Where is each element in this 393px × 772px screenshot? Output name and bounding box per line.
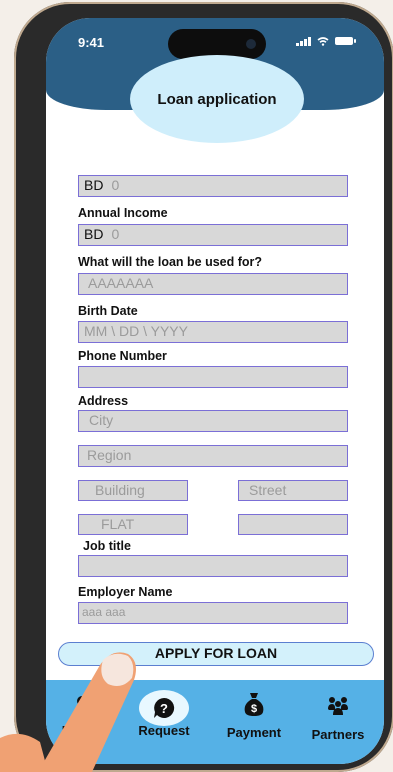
- phone-frame: 9:41 Loan application BD 0 Annual Income …: [14, 2, 393, 772]
- building-field[interactable]: Building: [78, 480, 188, 501]
- tab-label: Profile: [61, 723, 103, 738]
- phone-number-label: Phone Number: [78, 349, 167, 363]
- title-bubble: Loan application: [130, 55, 304, 143]
- birth-date-label: Birth Date: [78, 304, 138, 318]
- person-icon: [73, 696, 91, 715]
- status-icons: [296, 36, 356, 46]
- money-bag-icon: $: [244, 693, 264, 716]
- city-field[interactable]: City: [78, 410, 348, 432]
- wifi-icon: [317, 36, 329, 46]
- employer-name-field[interactable]: aaa aaa: [78, 602, 348, 624]
- svg-text:$: $: [251, 703, 257, 715]
- currency-label: BD: [84, 177, 104, 193]
- employer-name-label: Employer Name: [78, 585, 173, 599]
- tab-label: Request: [138, 723, 190, 738]
- phone-number-field[interactable]: [78, 366, 348, 388]
- birth-date-field[interactable]: MM \ DD \ YYYY: [78, 321, 348, 343]
- page-title: Loan application: [157, 90, 277, 108]
- app-screen: 9:41 Loan application BD 0 Annual Income …: [46, 18, 384, 764]
- annual-income-field[interactable]: BD 0: [78, 224, 348, 246]
- tab-request[interactable]: ? Request: [122, 680, 206, 750]
- people-icon: [328, 697, 348, 715]
- signal-icon: [296, 36, 311, 46]
- bottom-tab-bar: Profile ? Request $ Payment Partners: [46, 680, 384, 764]
- job-title-label: Job title: [83, 539, 131, 553]
- apply-for-loan-button[interactable]: APPLY FOR LOAN: [58, 642, 374, 666]
- region-field[interactable]: Region: [78, 445, 348, 467]
- address-extra-field[interactable]: [238, 514, 348, 535]
- purpose-field[interactable]: AAAAAAA: [78, 273, 348, 295]
- loan-amount-value: 0: [111, 177, 120, 193]
- tab-label: Payment: [226, 725, 282, 740]
- tab-partners[interactable]: Partners: [296, 680, 380, 750]
- svg-text:?: ?: [160, 701, 168, 716]
- status-time: 9:41: [78, 35, 105, 50]
- purpose-label: What will the loan be used for?: [78, 255, 263, 269]
- street-field[interactable]: Street: [238, 480, 348, 501]
- battery-icon: [335, 37, 356, 45]
- camera-icon: [246, 39, 256, 49]
- tab-label: Partners: [311, 727, 365, 742]
- job-title-field[interactable]: [78, 555, 348, 577]
- address-label: Address: [78, 394, 129, 408]
- annual-income-value: 0: [111, 226, 120, 242]
- flat-field[interactable]: FLAT: [78, 514, 188, 535]
- tab-profile[interactable]: Profile: [46, 680, 124, 750]
- currency-label: BD: [84, 226, 104, 242]
- loan-amount-field[interactable]: BD 0: [78, 175, 348, 197]
- annual-income-label: Annual Income: [78, 206, 168, 220]
- tab-payment[interactable]: $ Payment: [212, 680, 296, 750]
- question-bubble-icon: ?: [154, 697, 175, 718]
